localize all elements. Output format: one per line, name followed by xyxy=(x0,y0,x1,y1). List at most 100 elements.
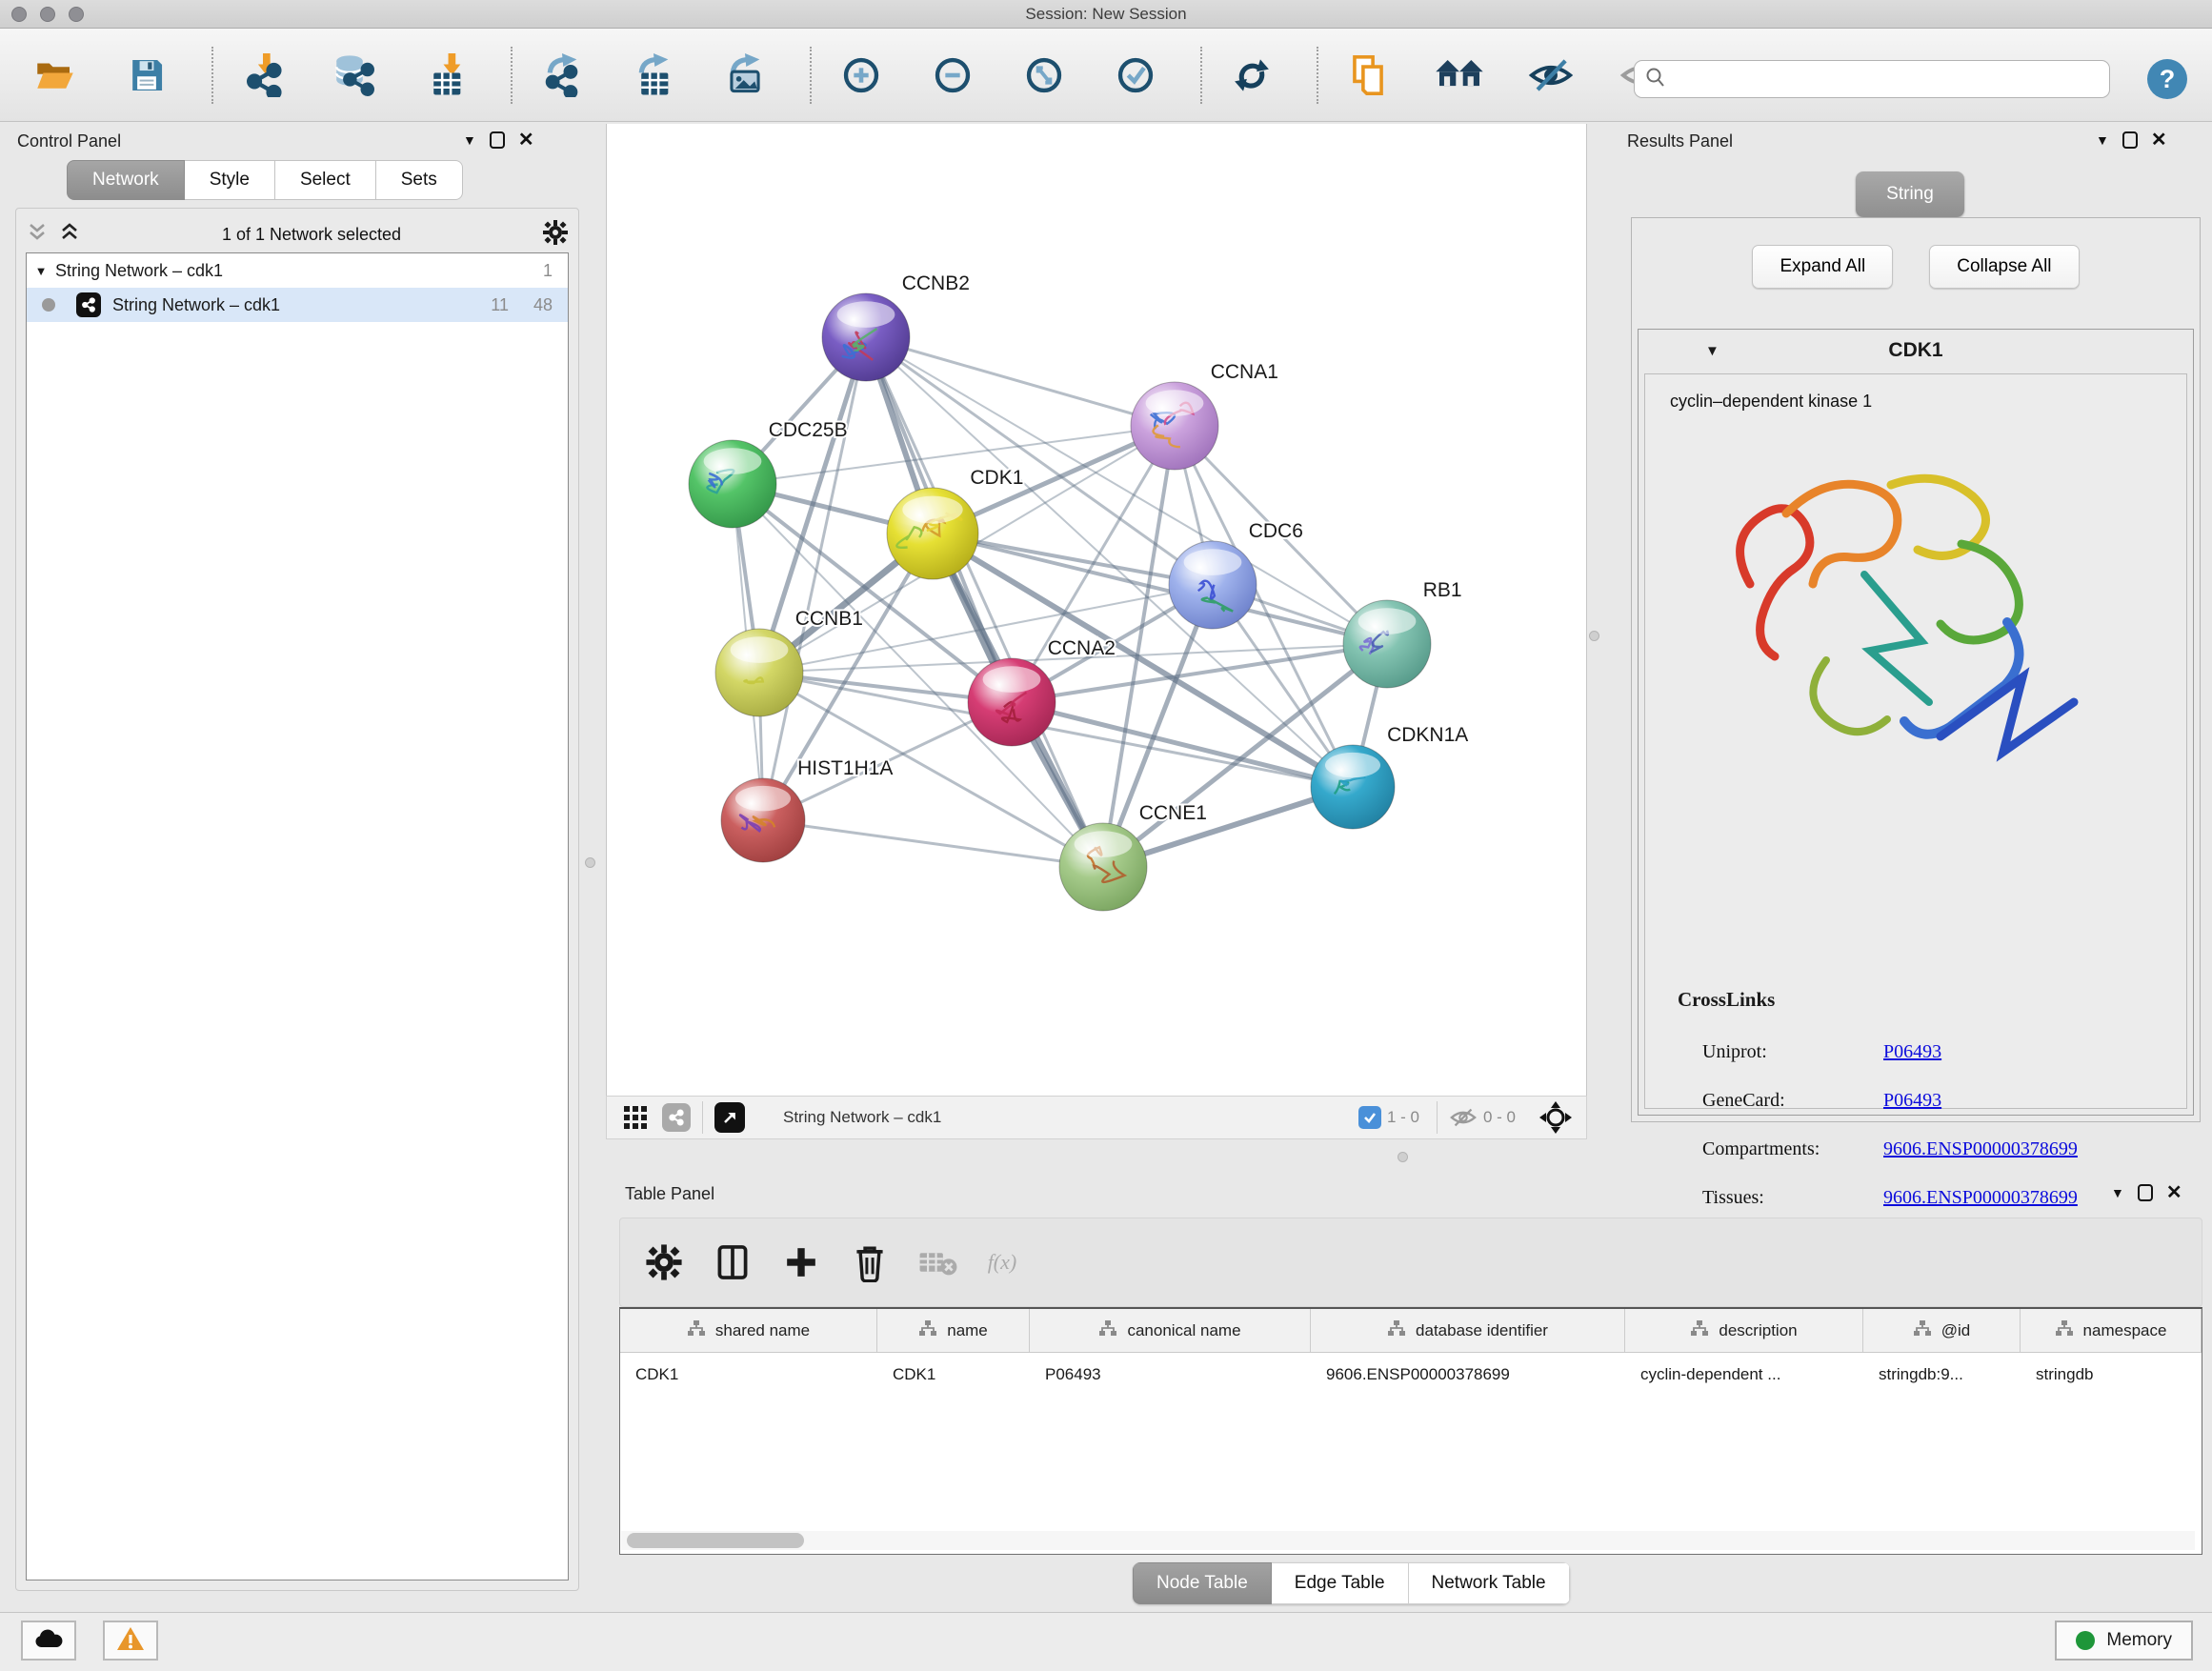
tab-network-table[interactable]: Network Table xyxy=(1409,1562,1570,1604)
open-session-icon[interactable] xyxy=(29,49,82,102)
network-node-hist1h1a[interactable]: HIST1H1A xyxy=(721,757,893,862)
protein-section-header[interactable]: ▼ CDK1 xyxy=(1639,330,2193,372)
network-node-ccnb1[interactable]: CCNB1 xyxy=(715,608,863,716)
close-table-icon[interactable]: ✕ xyxy=(2166,1184,2182,1201)
expand-all-networks-icon[interactable] xyxy=(58,221,81,249)
network-node-cdc6[interactable]: CDC6 xyxy=(1169,520,1303,629)
maximize-results-icon[interactable] xyxy=(2122,131,2138,149)
grid-view-icon[interactable] xyxy=(622,1104,649,1131)
zoom-in-icon[interactable] xyxy=(835,49,888,102)
network-node-cdkn1a[interactable]: CDKN1A xyxy=(1311,724,1468,829)
table-settings-icon[interactable] xyxy=(643,1241,685,1283)
collection-expander-icon[interactable]: ▼ xyxy=(27,264,55,278)
table-cell[interactable]: 9606.ENSP00000378699 xyxy=(1311,1353,1625,1397)
float-panel-icon[interactable]: ▼ xyxy=(463,132,476,148)
apply-layout-icon[interactable] xyxy=(1225,49,1278,102)
import-network-database-icon[interactable] xyxy=(328,49,381,102)
hide-details-icon[interactable] xyxy=(1524,49,1578,102)
column-header-database-identifier[interactable]: database identifier xyxy=(1311,1309,1625,1352)
delete-column-icon[interactable] xyxy=(849,1241,891,1283)
collapse-all-button[interactable]: Collapse All xyxy=(1929,245,2079,289)
network-tree: ▼ String Network – cdk1 1 String Network… xyxy=(26,252,569,1580)
table-cell[interactable]: P06493 xyxy=(1030,1353,1311,1397)
tab-sets[interactable]: Sets xyxy=(376,160,463,200)
scrollbar-thumb[interactable] xyxy=(627,1533,804,1548)
memory-button[interactable]: Memory xyxy=(2055,1621,2193,1661)
export-table-icon[interactable] xyxy=(627,49,680,102)
column-header-namespace[interactable]: namespace xyxy=(2021,1309,2202,1352)
float-table-icon[interactable]: ▼ xyxy=(2111,1185,2124,1200)
network-selection-bar: 1 of 1 Network selected xyxy=(26,216,569,252)
warning-status-button[interactable] xyxy=(103,1621,158,1661)
network-canvas[interactable]: CCNB2CCNA1CDC25BCDK1CDC6RB1CCNB1CCNA2CDK… xyxy=(606,124,1587,1096)
crosslink-link[interactable]: P06493 xyxy=(1883,1041,1941,1063)
network-edge[interactable] xyxy=(763,337,866,820)
right-splitter-handle[interactable] xyxy=(1589,631,1599,641)
column-header-canonical-name[interactable]: canonical name xyxy=(1030,1309,1311,1352)
table-row[interactable]: CDK1CDK1P064939606.ENSP00000378699cyclin… xyxy=(620,1353,2202,1397)
maximize-panel-icon[interactable] xyxy=(490,131,505,149)
bottom-splitter-handle[interactable] xyxy=(1398,1152,1408,1162)
network-node-ccna1[interactable]: CCNA1 xyxy=(1131,361,1278,470)
export-network-icon[interactable] xyxy=(535,49,589,102)
network-node-cdk1[interactable]: CDK1 xyxy=(887,467,1023,579)
tab-edge-table[interactable]: Edge Table xyxy=(1272,1562,1409,1604)
add-column-icon[interactable] xyxy=(780,1241,822,1283)
column-header-description[interactable]: description xyxy=(1625,1309,1863,1352)
float-results-icon[interactable]: ▼ xyxy=(2096,132,2109,148)
table-cell[interactable]: CDK1 xyxy=(620,1353,877,1397)
network-row[interactable]: String Network – cdk1 11 48 xyxy=(27,288,568,322)
column-header-shared-name[interactable]: shared name xyxy=(620,1309,877,1352)
network-edge[interactable] xyxy=(763,820,1103,867)
table-cell[interactable]: stringdb xyxy=(2021,1353,2202,1397)
import-network-file-icon[interactable] xyxy=(236,49,290,102)
import-table-icon[interactable] xyxy=(419,49,473,102)
network-tab-panel: 1 of 1 Network selected ▼ String Network… xyxy=(15,208,579,1591)
results-tab-string[interactable]: String xyxy=(1856,171,1964,217)
tab-node-table[interactable]: Node Table xyxy=(1133,1562,1272,1604)
close-panel-icon[interactable]: ✕ xyxy=(518,131,534,149)
selected-checkbox-icon[interactable] xyxy=(1358,1106,1381,1129)
collapse-all-networks-icon[interactable] xyxy=(26,221,49,249)
close-results-icon[interactable]: ✕ xyxy=(2151,131,2167,149)
search-input[interactable] xyxy=(1667,70,2109,89)
expand-all-button[interactable]: Expand All xyxy=(1752,245,1893,289)
string-view-icon[interactable] xyxy=(662,1103,691,1132)
network-node-rb1[interactable]: RB1 xyxy=(1343,579,1462,688)
network-collection-row[interactable]: ▼ String Network – cdk1 1 xyxy=(27,253,568,288)
table-cell[interactable]: cyclin-dependent ... xyxy=(1625,1353,1863,1397)
zoom-fit-icon[interactable] xyxy=(1017,49,1071,102)
houses-icon[interactable] xyxy=(1433,49,1486,102)
zoom-out-icon[interactable] xyxy=(926,49,979,102)
left-splitter-handle[interactable] xyxy=(585,857,595,868)
search-box[interactable] xyxy=(1634,60,2110,98)
tab-style[interactable]: Style xyxy=(185,160,275,200)
network-node-ccnb2[interactable]: CCNB2 xyxy=(822,272,970,381)
select-columns-icon[interactable] xyxy=(712,1241,754,1283)
tab-network[interactable]: Network xyxy=(67,160,185,200)
duplicate-network-icon[interactable] xyxy=(1341,49,1395,102)
protein-expander-icon[interactable]: ▼ xyxy=(1705,343,1719,359)
table-cell[interactable]: CDK1 xyxy=(877,1353,1030,1397)
tab-select[interactable]: Select xyxy=(275,160,376,200)
results-panel-title: Results Panel xyxy=(1627,131,1733,151)
cloud-status-button[interactable] xyxy=(21,1621,76,1661)
crosslink-link[interactable]: 9606.ENSP00000378699 xyxy=(1883,1187,2078,1209)
save-session-icon[interactable] xyxy=(120,49,173,102)
help-icon[interactable]: ? xyxy=(2147,59,2187,99)
column-header-name[interactable]: name xyxy=(877,1309,1030,1352)
table-cell[interactable]: stringdb:9... xyxy=(1863,1353,2021,1397)
open-view-icon[interactable] xyxy=(714,1102,745,1133)
maximize-table-icon[interactable] xyxy=(2138,1184,2153,1201)
network-edge[interactable] xyxy=(933,534,1387,644)
export-image-icon[interactable] xyxy=(718,49,772,102)
network-options-gear-icon[interactable] xyxy=(542,219,569,251)
crosslink-link[interactable]: 9606.ENSP00000378699 xyxy=(1883,1138,2078,1160)
birds-eye-crosshair-icon[interactable] xyxy=(1538,1100,1573,1135)
table-horizontal-scrollbar[interactable] xyxy=(621,1531,2195,1550)
network-edge[interactable] xyxy=(866,337,1103,867)
zoom-selected-icon[interactable] xyxy=(1109,49,1162,102)
crosslink-link[interactable]: P06493 xyxy=(1883,1090,1941,1112)
column-header--id[interactable]: @id xyxy=(1863,1309,2021,1352)
network-edge[interactable] xyxy=(866,337,1175,426)
